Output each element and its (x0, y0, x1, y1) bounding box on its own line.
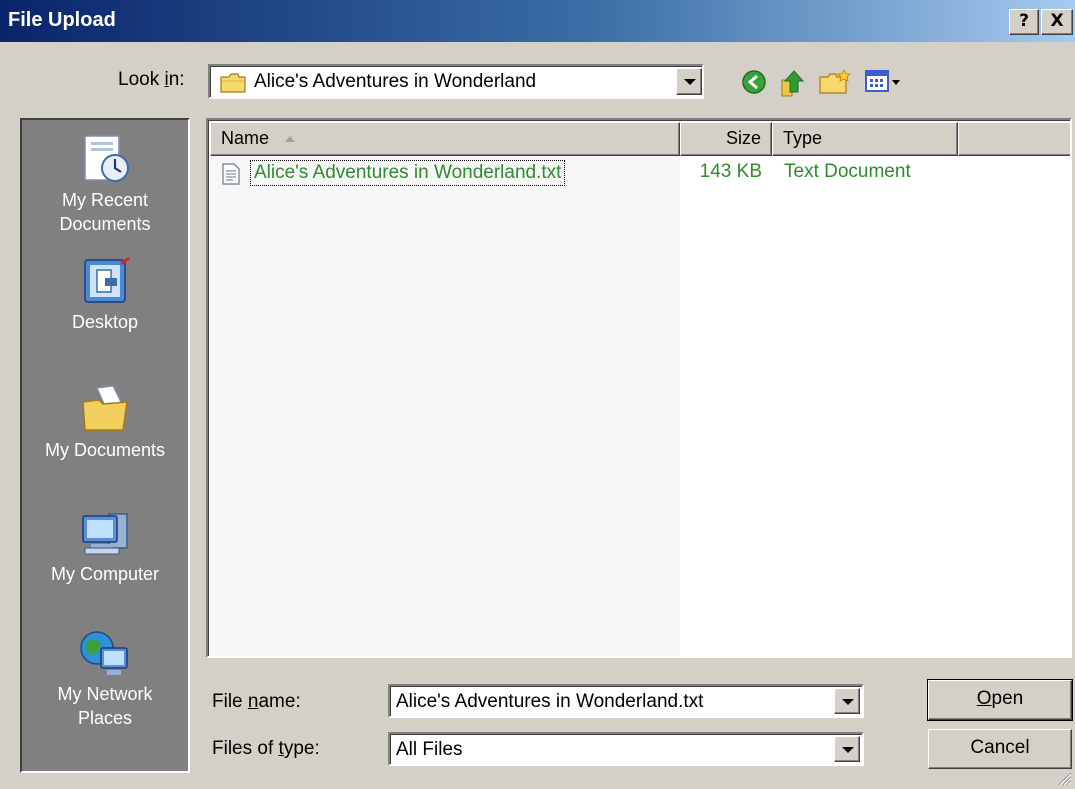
views-menu-icon[interactable] (864, 68, 904, 96)
file-size-cell: 143 KB (699, 161, 762, 182)
file-name-label: File name: (212, 691, 301, 712)
sorted-column-shading (210, 156, 680, 656)
text-document-icon (222, 163, 240, 185)
place-label: Desktop (71, 312, 139, 332)
file-row[interactable]: Alice's Adventures in Wonderland.txt 143… (210, 160, 1070, 188)
close-button[interactable]: X (1041, 9, 1073, 35)
file-name-dropdown-button[interactable] (834, 688, 860, 714)
file-list[interactable]: Name Size Type Alice's Adventures in Won… (206, 118, 1072, 658)
resize-grip-icon[interactable] (1056, 770, 1072, 786)
up-folder-icon[interactable] (778, 68, 808, 98)
open-button[interactable]: Open (927, 679, 1073, 721)
file-upload-dialog: File Upload ? X Look in: Alice's Adventu… (0, 0, 1075, 789)
files-of-type-select[interactable]: All Files (388, 732, 864, 766)
column-header-name[interactable]: Name (210, 122, 680, 156)
help-button[interactable]: ? (1009, 9, 1039, 35)
look-in-dropdown-button[interactable] (676, 68, 702, 95)
files-of-type-label: Files of type: (212, 738, 320, 759)
place-label: My Computer (50, 564, 160, 584)
file-name-value: Alice's Adventures in Wonderland.txt (396, 691, 704, 712)
file-type-cell: Text Document (784, 161, 911, 182)
file-name-field[interactable]: Alice's Adventures in Wonderland.txt (388, 684, 864, 718)
column-header-empty[interactable] (958, 122, 1070, 156)
new-folder-icon[interactable] (818, 68, 852, 96)
place-label: My Documents (44, 440, 166, 460)
place-label: My Recent Documents (59, 190, 151, 234)
place-my-computer[interactable]: My Computer (22, 506, 188, 586)
place-desktop[interactable]: Desktop (22, 256, 188, 334)
look-in-value: Alice's Adventures in Wonderland (254, 71, 537, 92)
network-places-icon (80, 631, 128, 675)
folder-icon (220, 73, 246, 93)
place-label: My Network Places (57, 684, 153, 728)
files-of-type-value: All Files (396, 739, 463, 760)
files-of-type-dropdown-button[interactable] (834, 736, 860, 762)
file-list-header: Name Size Type (210, 122, 1070, 156)
back-icon[interactable] (740, 68, 768, 96)
my-computer-icon (82, 513, 128, 555)
place-my-recent-documents[interactable]: My Recent Documents (22, 132, 188, 236)
sort-ascending-icon (285, 136, 296, 143)
desktop-icon (84, 256, 130, 303)
title-bar[interactable]: File Upload ? X (0, 0, 1075, 42)
places-bar: My Recent Documents Desktop My Documents (20, 118, 190, 773)
look-in-label: Look in: (118, 69, 185, 90)
my-documents-icon (82, 385, 128, 431)
recent-documents-icon (84, 135, 129, 182)
window-title: File Upload (8, 9, 116, 31)
column-header-type[interactable]: Type (772, 122, 958, 156)
cancel-button[interactable]: Cancel (928, 729, 1072, 769)
file-name-cell: Alice's Adventures in Wonderland.txt (250, 160, 566, 186)
place-my-network-places[interactable]: My Network Places (22, 626, 188, 730)
look-in-dropdown[interactable]: Alice's Adventures in Wonderland (208, 64, 704, 99)
place-my-documents[interactable]: My Documents (22, 382, 188, 462)
column-header-size[interactable]: Size (680, 122, 772, 156)
